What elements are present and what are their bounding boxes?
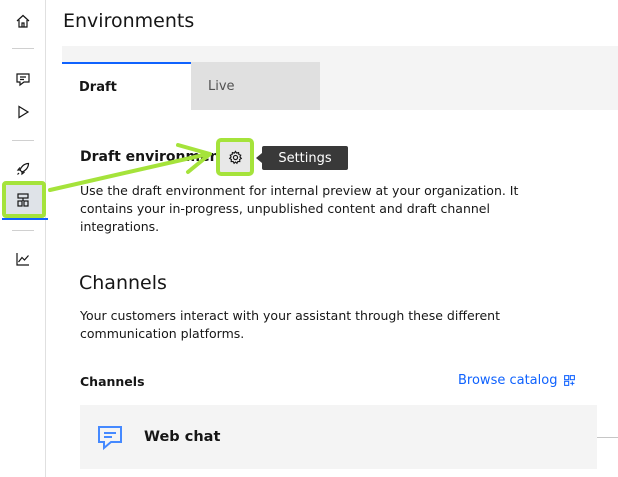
rail-divider bbox=[12, 140, 34, 141]
publish-button[interactable] bbox=[7, 154, 39, 184]
home-button[interactable] bbox=[7, 6, 39, 36]
browse-catalog-label: Browse catalog bbox=[458, 373, 558, 388]
side-rail bbox=[0, 0, 48, 477]
rail-divider bbox=[12, 48, 34, 49]
tab-live[interactable]: Live bbox=[191, 62, 320, 110]
gear-icon bbox=[228, 149, 242, 164]
chat-icon bbox=[16, 73, 30, 87]
environments-icon-wrap bbox=[7, 185, 39, 215]
app-root: Environments Draft Live Draft environmen… bbox=[0, 0, 618, 477]
preview-button[interactable] bbox=[7, 97, 39, 127]
chat-icon bbox=[98, 426, 122, 451]
rail-divider bbox=[12, 230, 34, 231]
settings-button[interactable] bbox=[216, 138, 254, 176]
rocket-icon bbox=[16, 162, 30, 176]
draft-environment-description: Use the draft environment for internal p… bbox=[80, 183, 519, 234]
catalog-icon bbox=[564, 375, 576, 386]
channel-card-web-chat[interactable]: Web chat bbox=[80, 405, 597, 469]
browse-catalog-link[interactable]: Browse catalog bbox=[458, 373, 576, 388]
environment-tabs: Draft Live bbox=[62, 62, 320, 110]
play-icon bbox=[18, 105, 30, 119]
analytics-button[interactable] bbox=[7, 244, 39, 274]
actions-button[interactable] bbox=[7, 64, 39, 94]
home-icon bbox=[16, 14, 30, 28]
channels-description: Your customers interact with your assist… bbox=[80, 308, 501, 341]
channels-heading: Channels bbox=[79, 272, 167, 294]
tab-draft[interactable]: Draft bbox=[62, 62, 191, 110]
draft-environment-heading: Draft environment bbox=[80, 149, 227, 165]
channel-card-label: Web chat bbox=[144, 429, 221, 445]
divider-line bbox=[597, 437, 618, 438]
environments-icon bbox=[17, 193, 29, 207]
channels-subheading: Channels bbox=[80, 374, 145, 389]
analytics-icon bbox=[16, 253, 29, 266]
page-title: Environments bbox=[63, 10, 195, 32]
settings-tooltip: Settings bbox=[256, 146, 348, 170]
